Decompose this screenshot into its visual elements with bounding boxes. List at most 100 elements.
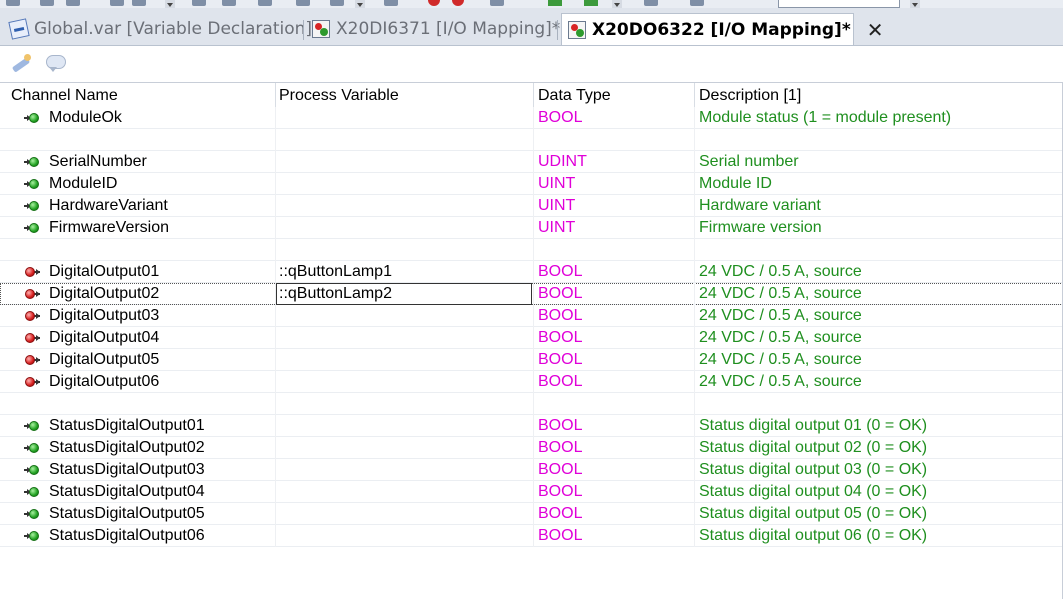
cell-divider (275, 261, 276, 283)
cell-divider (275, 173, 276, 195)
table-row[interactable]: DigitalOutput03 BOOL 24 VDC / 0.5 A, sourc… (0, 305, 1063, 327)
column-divider[interactable] (275, 83, 276, 107)
stop-icon[interactable] (452, 0, 464, 6)
data-type-cell: BOOL (538, 329, 583, 346)
data-type-cell: BOOL (538, 307, 583, 324)
table-row[interactable]: DigitalOutput06 BOOL 24 VDC / 0.5 A, sourc… (0, 371, 1063, 393)
data-type-cell: UDINT (538, 153, 587, 170)
toolbar-button[interactable] (192, 0, 206, 6)
input-channel-icon (24, 442, 40, 454)
toolbar-button[interactable] (644, 0, 658, 6)
cell-divider (533, 459, 534, 481)
toolbar-button[interactable] (40, 0, 54, 6)
data-type-cell: BOOL (538, 461, 583, 478)
input-channel-icon (24, 486, 40, 498)
cell-divider (275, 371, 276, 393)
toolbar-button[interactable] (6, 0, 20, 6)
search-box[interactable] (778, 0, 900, 8)
cell-divider (694, 173, 695, 195)
cell-divider (533, 151, 534, 173)
column-divider[interactable] (533, 83, 534, 107)
tab-x20di6371[interactable]: X20DI6371 [I/O Mapping]* (306, 14, 560, 44)
toolbar-button[interactable] (66, 0, 80, 6)
column-header-data-type[interactable]: Data Type (538, 87, 611, 105)
output-channel-icon (24, 376, 40, 388)
table-row[interactable]: StatusDigitalOutput04 BOOL Status digital … (0, 481, 1063, 503)
toolbar-dropdown[interactable] (612, 0, 622, 8)
comment-icon[interactable] (44, 52, 68, 74)
toolbar-button[interactable] (384, 0, 398, 6)
toolbar-button[interactable] (548, 0, 562, 6)
process-variable-cell[interactable]: ::qButtonLamp2 (279, 283, 392, 305)
cell-divider (694, 371, 695, 393)
channel-name-cell: DigitalOutput06 (49, 373, 160, 390)
close-tab-icon[interactable]: ✕ (867, 18, 884, 42)
data-type-cell: BOOL (538, 285, 583, 302)
cell-divider (694, 261, 695, 283)
table-row[interactable]: DigitalOutput04 BOOL 24 VDC / 0.5 A, sourc… (0, 327, 1063, 349)
table-row[interactable]: ModuleID UINT Module ID (0, 173, 1063, 195)
cell-divider (533, 173, 534, 195)
table-row[interactable]: ModuleOk BOOL Module status (1 = module pr… (0, 107, 1063, 129)
cell-divider (694, 217, 695, 239)
toolbar-dropdown[interactable] (165, 0, 175, 8)
table-row[interactable]: DigitalOutput05 BOOL 24 VDC / 0.5 A, sourc… (0, 349, 1063, 371)
cell-divider (275, 437, 276, 459)
channel-name-cell: DigitalOutput01 (49, 263, 160, 280)
io-mapping-icon (312, 20, 330, 38)
description-cell: Hardware variant (699, 197, 821, 214)
variable-declaration-icon (8, 18, 30, 40)
toolbar-button[interactable] (690, 0, 704, 6)
toolbar-dropdown[interactable] (355, 0, 365, 8)
toolbar-button[interactable] (296, 0, 310, 6)
tab-label: X20DO6322 [I/O Mapping]* (592, 19, 851, 40)
cell-divider (533, 217, 534, 239)
input-channel-icon (24, 508, 40, 520)
table-row[interactable]: StatusDigitalOutput05 BOOL Status digital … (0, 503, 1063, 525)
input-channel-icon (24, 464, 40, 476)
toolbar-button[interactable] (222, 0, 236, 6)
table-row[interactable]: DigitalOutput01::qButtonLamp1 BOOL 24 VDC … (0, 261, 1063, 283)
process-variable-cell[interactable]: ::qButtonLamp1 (279, 261, 392, 283)
cell-divider (694, 503, 695, 525)
tab-x20do6322[interactable]: X20DO6322 [I/O Mapping]* ✕ (561, 13, 883, 45)
cell-divider (533, 239, 534, 261)
toolbar-button[interactable] (490, 0, 504, 6)
cell-divider (533, 371, 534, 393)
table-row[interactable]: FirmwareVersion UINT Firmware version (0, 217, 1063, 239)
tab-separator (303, 20, 304, 40)
column-header-description[interactable]: Description [1] (699, 87, 801, 105)
column-divider[interactable] (694, 83, 695, 107)
input-channel-icon (24, 200, 40, 212)
input-channel-icon (24, 112, 40, 124)
table-row[interactable]: StatusDigitalOutput06 BOOL Status digital … (0, 525, 1063, 547)
cell-divider (533, 437, 534, 459)
table-row[interactable]: SerialNumber UDINT Serial number (0, 151, 1063, 173)
input-channel-icon (24, 156, 40, 168)
description-cell: Serial number (699, 153, 799, 170)
tab-global-var[interactable]: Global.var [Variable Declaration] (4, 14, 312, 44)
column-header-process-variable[interactable]: Process Variable (279, 87, 399, 105)
column-header-channel-name[interactable]: Channel Name (11, 87, 118, 105)
insert-variable-icon[interactable] (10, 52, 34, 74)
stop-icon[interactable] (428, 0, 440, 6)
data-type-cell: BOOL (538, 439, 583, 456)
table-row[interactable]: HardwareVariant UINT Hardware variant (0, 195, 1063, 217)
toolbar-button[interactable] (330, 0, 344, 6)
toolbar-button[interactable] (258, 0, 272, 6)
toolbar-button[interactable] (110, 0, 124, 6)
toolbar-button[interactable] (132, 0, 146, 6)
data-type-cell: UINT (538, 175, 576, 192)
cell-divider (533, 107, 534, 129)
table-row[interactable]: DigitalOutput02::qButtonLamp2 BOOL 24 VDC … (0, 283, 1063, 305)
table-row[interactable]: StatusDigitalOutput01 BOOL Status digital … (0, 415, 1063, 437)
toolbar-button[interactable] (584, 0, 598, 6)
channel-name-cell: ModuleID (49, 175, 118, 192)
cell-divider (533, 283, 534, 305)
cell-divider (533, 261, 534, 283)
table-row[interactable]: StatusDigitalOutput02 BOOL Status digital … (0, 437, 1063, 459)
table-row[interactable]: StatusDigitalOutput03 BOOL Status digital … (0, 459, 1063, 481)
cell-divider (533, 525, 534, 547)
cell-divider (533, 195, 534, 217)
toolbar-dropdown[interactable] (910, 0, 920, 8)
